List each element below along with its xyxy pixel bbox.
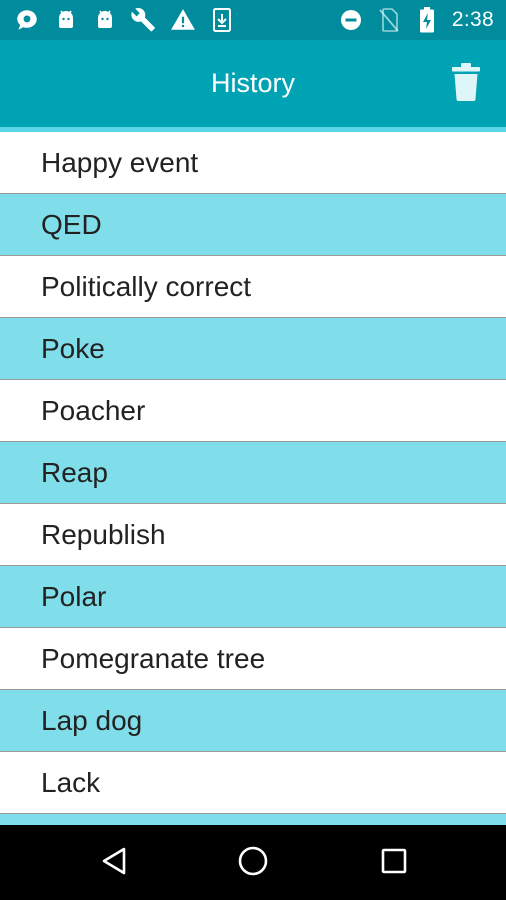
- history-list[interactable]: Happy event QED Politically correct Poke…: [0, 132, 506, 825]
- history-item[interactable]: Poke: [0, 318, 506, 380]
- home-button[interactable]: [233, 843, 273, 883]
- no-sim-icon: [376, 7, 402, 33]
- warning-icon: [170, 7, 196, 33]
- history-item-partial[interactable]: [0, 814, 506, 825]
- page-title: History: [210, 68, 295, 98]
- history-item[interactable]: Lap dog: [0, 690, 506, 752]
- download-icon: [209, 7, 235, 33]
- status-notifications: [14, 6, 235, 34]
- app-bar: History: [0, 40, 506, 127]
- history-item[interactable]: Politically correct: [0, 256, 506, 318]
- recents-button[interactable]: [374, 843, 414, 883]
- status-bar: 2:38: [0, 0, 506, 40]
- history-item[interactable]: Polar: [0, 566, 506, 628]
- battery-charging-icon: [414, 7, 440, 33]
- android-icon: [92, 7, 118, 33]
- back-icon: [100, 846, 128, 881]
- status-system: 2:38: [338, 6, 494, 34]
- history-item[interactable]: Poacher: [0, 380, 506, 442]
- trash-icon: [451, 62, 481, 106]
- history-item[interactable]: Republish: [0, 504, 506, 566]
- wrench-icon: [131, 7, 157, 33]
- history-item[interactable]: Lack: [0, 752, 506, 814]
- history-item[interactable]: Pomegranate tree: [0, 628, 506, 690]
- back-button[interactable]: [94, 843, 134, 883]
- do-not-disturb-icon: [338, 7, 364, 33]
- recents-icon: [380, 847, 408, 880]
- history-item[interactable]: QED: [0, 194, 506, 256]
- history-item[interactable]: Reap: [0, 442, 506, 504]
- history-item[interactable]: Happy event: [0, 132, 506, 194]
- chat-bubble-icon: [14, 7, 40, 33]
- android-icon: [53, 7, 79, 33]
- navigation-bar: [0, 825, 506, 900]
- home-icon: [237, 845, 269, 882]
- clear-history-button[interactable]: [446, 62, 486, 106]
- status-time: 2:38: [451, 8, 494, 31]
